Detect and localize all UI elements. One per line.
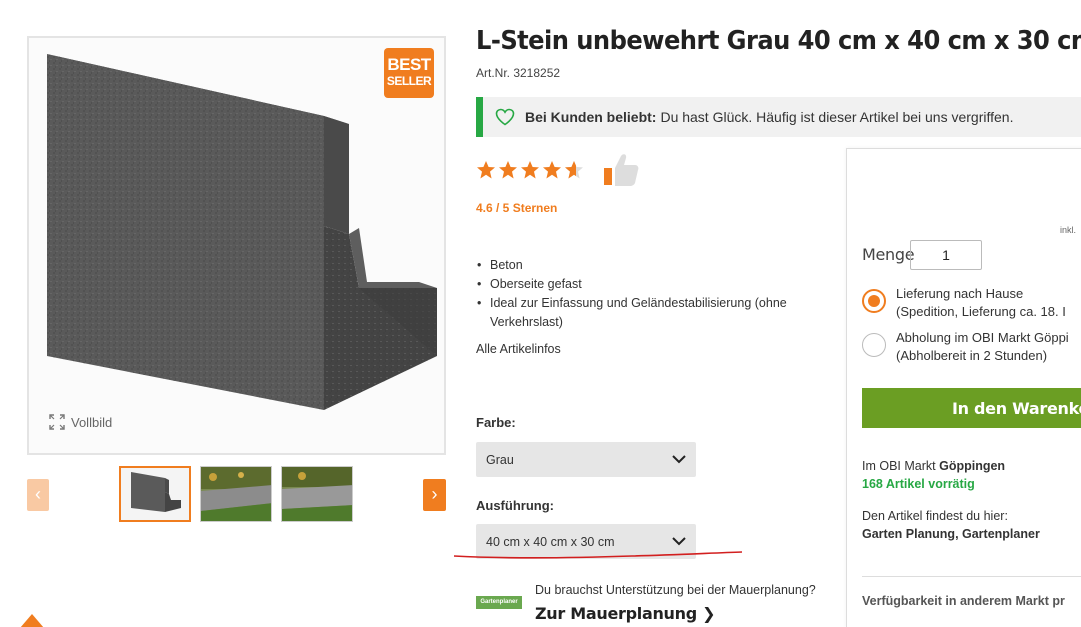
- product-title: L-Stein unbewehrt Grau 40 cm x 40 cm x 3…: [476, 26, 1081, 56]
- store-prefix: Im OBI Markt: [862, 459, 940, 473]
- feature-item: Beton: [476, 256, 816, 275]
- thumbnail-garden-image: [201, 467, 271, 521]
- delivery-radio[interactable]: [862, 289, 886, 313]
- badge-line1: BEST: [387, 55, 431, 74]
- pickup-option-detail: (Abholbereit in 2 Stunden): [896, 348, 1048, 363]
- popular-banner-title: Bei Kunden beliebt:: [525, 109, 657, 125]
- bestseller-badge: BEST SELLER: [384, 48, 434, 98]
- star-full-icon: [543, 161, 561, 179]
- expand-icon: [49, 414, 65, 430]
- pickup-option[interactable]: Abholung im OBI Markt Göppi (Abholbereit…: [896, 329, 1069, 365]
- thumbnail-3[interactable]: [281, 466, 353, 522]
- chevron-down-icon: [672, 455, 686, 464]
- store-name[interactable]: Göppingen: [939, 459, 1005, 473]
- popular-banner: Bei Kunden beliebt: Du hast Glück. Häufi…: [476, 97, 1081, 137]
- variant-select-value: 40 cm x 40 cm x 30 cm: [486, 534, 615, 549]
- planning-question: Du brauchst Unterstützung bei der Mauerp…: [535, 583, 816, 597]
- other-store-availability-link[interactable]: Verfügbarkeit in anderem Markt pr: [862, 594, 1065, 608]
- thumbnail-2[interactable]: [200, 466, 272, 522]
- add-to-cart-button[interactable]: In den Warenkor: [862, 388, 1081, 428]
- delivery-option-title: Lieferung nach Hause: [896, 286, 1024, 301]
- badge-line2: SELLER: [386, 74, 432, 88]
- wall-planning-link[interactable]: Zur Mauerplanung ❯: [535, 604, 716, 623]
- fullview-label: Vollbild: [71, 414, 113, 430]
- thumbnail-stone-image: [121, 468, 189, 520]
- thumbnail-garden-image: [282, 467, 352, 521]
- color-label: Farbe:: [476, 415, 516, 430]
- chevron-right-icon: ›: [431, 484, 438, 504]
- quantity-input[interactable]: 1: [910, 240, 982, 270]
- delivery-option-detail: (Spedition, Lieferung ca. 18. I: [896, 304, 1066, 319]
- article-number: Art.Nr. 3218252: [476, 66, 561, 80]
- variant-label: Ausführung:: [476, 498, 554, 513]
- thumbnail-prev-button[interactable]: ‹: [27, 479, 49, 511]
- feedback-tab-edge[interactable]: [20, 614, 44, 627]
- feature-item: Oberseite gefast: [476, 275, 816, 294]
- thumbnail-next-button[interactable]: ›: [423, 479, 446, 511]
- pickup-option-title: Abholung im OBI Markt Göppi: [896, 330, 1069, 345]
- stock-status: 168 Artikel vorrätig: [862, 477, 975, 491]
- thumbs-up-icon[interactable]: [603, 152, 641, 188]
- fullview-button[interactable]: Vollbild: [49, 414, 112, 430]
- star-full-icon: [521, 161, 539, 179]
- popular-banner-text: Du hast Glück. Häufig ist dieser Artikel…: [660, 109, 1014, 125]
- price-inkl-note: inkl.: [1060, 225, 1077, 235]
- thumbnail-1[interactable]: [119, 466, 191, 522]
- color-select[interactable]: Grau: [476, 442, 696, 477]
- location-label: Den Artikel findest du hier:: [862, 509, 1008, 523]
- delivery-option[interactable]: Lieferung nach Hause (Spedition, Lieferu…: [896, 285, 1066, 321]
- quantity-label: Menge: [862, 245, 915, 264]
- rating-stars[interactable]: [476, 160, 584, 180]
- chevron-left-icon: ‹: [35, 484, 41, 504]
- divider: [862, 576, 1081, 577]
- feature-list: Beton Oberseite gefast Ideal zur Einfass…: [476, 256, 816, 332]
- location-value: Garten Planung, Gartenplaner: [862, 527, 1040, 541]
- gartenplaner-logo: Gartenplaner: [476, 596, 522, 609]
- color-select-value: Grau: [486, 452, 514, 467]
- rating-text: 4.6 / 5 Sternen: [476, 201, 558, 215]
- pickup-radio[interactable]: [862, 333, 886, 357]
- star-full-icon: [477, 161, 495, 179]
- store-line: Im OBI Markt Göppingen: [862, 459, 1005, 473]
- red-annotation-underline: [453, 551, 743, 559]
- l-stone-image: [47, 54, 437, 410]
- heart-icon: [495, 108, 515, 126]
- chevron-down-icon: [672, 537, 686, 546]
- star-partial-icon: [565, 161, 583, 179]
- star-full-icon: [499, 161, 517, 179]
- all-info-link[interactable]: Alle Artikelinfos: [476, 342, 561, 356]
- feature-item: Ideal zur Einfassung und Geländestabilis…: [476, 294, 816, 332]
- main-product-image[interactable]: [27, 36, 446, 455]
